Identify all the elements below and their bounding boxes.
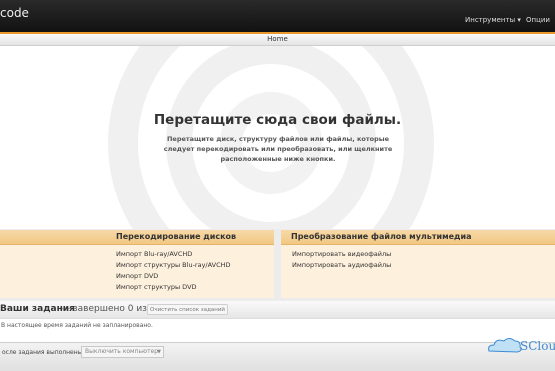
drop-subtitle-line: расположенные ниже кнопки. [220,155,336,163]
drop-title: Перетащите сюда свои файлы. [153,112,402,128]
import-bluray-structure-link[interactable]: Импорт структуры Blu-ray/AVCHD [116,261,231,269]
menu-options[interactable]: Опции [526,16,550,24]
clear-jobs-button[interactable]: Очистить список заданий [147,304,228,315]
import-dvd-link[interactable]: Импорт DVD [116,272,158,280]
disc-panel-title: Перекодирование дисков [0,230,274,245]
import-dvd-structure-link[interactable]: Импорт структуры DVD [116,283,197,291]
disc-transcode-panel: Перекодирование дисков Импорт Blu-ray/AV… [0,230,274,298]
jobs-header: Ваши задания — завершено 0 из 0 Очистить… [0,301,555,318]
chevron-down-icon: ▼ [157,349,161,355]
drop-subtitle-line: следует перекодировать или преобразовать… [163,145,393,153]
media-panel-title: Преобразование файлов мультимедиа [281,230,555,245]
after-jobs-label: осле задания выполнены: [2,349,85,356]
watermark-text: SClou [520,339,555,353]
media-convert-panel: Преобразование файлов мультимедиа Импорт… [281,230,555,298]
drop-zone[interactable]: Перетащите сюда свои файлы. Перетащите д… [0,46,555,229]
app-title: code [0,6,29,20]
footer-bar: осле задания выполнены: Выключить компью… [0,342,555,371]
import-bluray-link[interactable]: Импорт Blu-ray/AVCHD [116,250,192,258]
menu-tools[interactable]: Инструменты ▾ [465,16,521,24]
after-jobs-value: Выключить компьютер [85,348,159,355]
import-video-link[interactable]: Импортировать видеофайлы [292,250,391,258]
drop-subtitle-line: Перетащите диск, структуру файлов или фа… [166,135,390,143]
jobs-list: В настоящее время заданий не запланирова… [0,318,555,342]
drop-subtitle: Перетащите диск, структуру файлов или фа… [150,134,406,164]
title-bar: code Инструменты ▾ Опции [0,0,555,32]
home-tab-bar: Home [0,34,555,46]
tab-home[interactable]: Home [0,34,555,45]
import-audio-link[interactable]: Импортировать аудиофайлы [292,261,391,269]
jobs-empty-message: В настоящее время заданий не запланирова… [1,322,153,329]
jobs-status: — завершено 0 из 0 [61,304,156,314]
after-jobs-select[interactable]: Выключить компьютер ▼ [81,346,164,358]
